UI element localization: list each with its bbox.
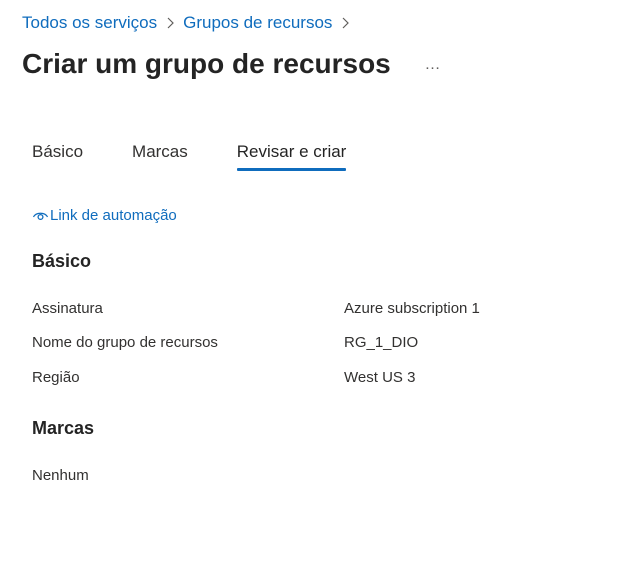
summary-row-region: Região West US 3 [32,369,592,391]
tab-review-create[interactable]: Revisar e criar [236,140,346,171]
breadcrumb: Todos os serviços Grupos de recursos [22,12,358,34]
summary-value: Azure subscription 1 [344,300,480,317]
tab-list: Básico Marcas Revisar e criar [32,140,395,171]
tab-basics[interactable]: Básico [32,140,83,171]
chevron-right-icon [332,17,358,29]
more-icon: … [424,56,442,73]
breadcrumb-link-resource-groups[interactable]: Grupos de recursos [183,12,332,34]
create-resource-group-page: Todos os serviços Grupos de recursos Cri… [0,0,639,578]
chevron-right-icon [157,17,183,29]
summary-label: Assinatura [32,300,103,317]
section-title-tags: Marcas [32,418,95,438]
more-actions-button[interactable]: … [420,54,446,76]
summary-label: Região [32,369,80,386]
automation-link[interactable]: Link de automação [32,207,177,224]
summary-row-resource-group-name: Nome do grupo de recursos RG_1_DIO [32,334,592,356]
tags-empty-text: Nenhum [32,467,89,484]
summary-row-subscription: Assinatura Azure subscription 1 [32,300,592,322]
automation-link-label: Link de automação [50,207,177,224]
breadcrumb-link-all-services[interactable]: Todos os serviços [22,12,157,34]
eye-icon [32,207,49,224]
summary-value: RG_1_DIO [344,334,419,351]
page-title: Criar um grupo de recursos [22,48,391,79]
summary-label: Nome do grupo de recursos [32,334,218,351]
tab-tags[interactable]: Marcas [132,140,188,171]
summary-value: West US 3 [344,369,416,386]
section-title-basics: Básico [32,251,92,271]
